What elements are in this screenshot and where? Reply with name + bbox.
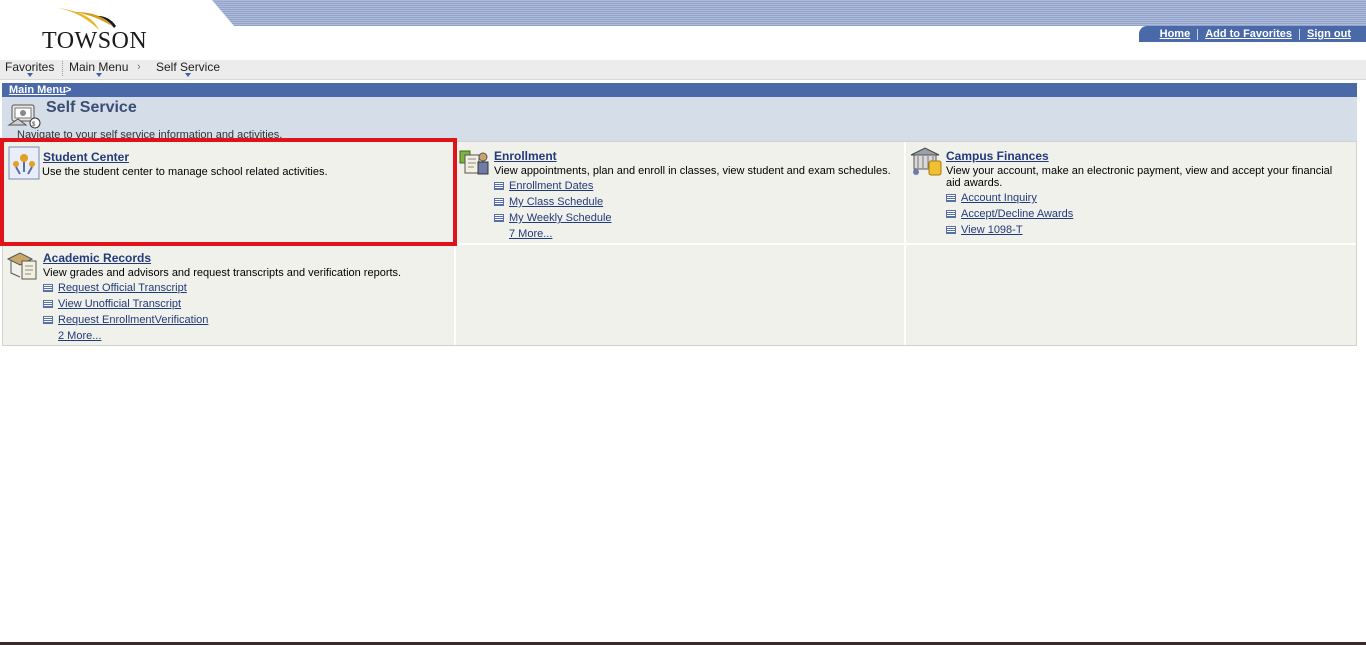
view-1098t-link[interactable]: View 1098-T [946,224,1023,236]
my-class-schedule-label: My Class Schedule [509,196,604,208]
page-heading: $ Self Service Navigate to your self ser… [2,97,1357,141]
academic-records-icon [6,252,37,280]
top-links: Home Add to Favorites Sign out [1138,26,1366,42]
enrollment-more-link[interactable]: 7 More... [509,228,552,240]
list-icon [43,300,53,308]
caret-down-icon [185,73,192,77]
nav-self-service[interactable]: Self Service [156,60,220,79]
account-inquiry-label: Account Inquiry [961,192,1037,204]
towson-logo: TOWSON [42,6,152,54]
add-to-favorites-link[interactable]: Add to Favorites [1198,28,1299,40]
account-inquiry-link[interactable]: Account Inquiry [946,192,1037,204]
list-icon [43,284,53,292]
breadcrumb-separator: > [65,84,72,96]
campus-finances-description: View your account, make an electronic pa… [946,165,1333,189]
list-icon [43,316,53,324]
page-title: Self Service [46,99,137,116]
list-icon [946,226,956,234]
accept-decline-awards-link[interactable]: Accept/Decline Awards [946,208,1073,220]
accept-decline-awards-label: Accept/Decline Awards [961,208,1074,220]
academic-records-more-link[interactable]: 2 More... [58,330,101,342]
request-enrollment-verification-link[interactable]: Request EnrollmentVerification [43,314,208,326]
enrollment-cell: Enrollment View appointments, plan and e… [456,142,904,243]
logo-text: TOWSON [42,28,148,54]
campus-finances-link[interactable]: Campus Finances [946,149,1049,163]
view-unofficial-transcript-link[interactable]: View Unofficial Transcript [43,298,181,310]
home-link[interactable]: Home [1153,28,1198,40]
view-unofficial-transcript-label: View Unofficial Transcript [58,298,182,310]
request-official-transcript-label: Request Official Transcript [58,282,187,294]
view-1098t-label: View 1098-T [961,224,1023,236]
nav-bar: Favorites Main Menu › Self Service [0,60,1366,80]
my-weekly-schedule-label: My Weekly Schedule [509,212,612,224]
academic-records-description: View grades and advisors and request tra… [43,267,402,279]
list-icon [494,214,504,222]
my-weekly-schedule-link[interactable]: My Weekly Schedule [494,212,612,224]
academic-records-cell: Academic Records View grades and advisor… [3,245,454,345]
my-class-schedule-link[interactable]: My Class Schedule [494,196,603,208]
chevron-right-icon: › [137,61,141,73]
caret-down-icon [95,73,102,77]
student-center-highlight [0,138,457,246]
campus-finances-cell: Campus Finances View your account, make … [906,142,1356,243]
enrollment-icon [459,150,489,175]
list-icon [946,194,956,202]
list-icon [494,182,504,190]
nav-favorites[interactable]: Favorites [5,60,54,79]
request-enrollment-verification-label: Request EnrollmentVerification [58,314,209,326]
sign-out-link[interactable]: Sign out [1300,28,1358,40]
nav-divider [62,61,63,76]
enrollment-link[interactable]: Enrollment [494,149,557,163]
enrollment-dates-link[interactable]: Enrollment Dates [494,180,593,192]
empty-cell [906,245,1356,345]
breadcrumb-main-menu-link[interactable]: Main Menu [9,83,66,97]
header-banner [212,0,1366,26]
caret-down-icon [26,73,33,77]
enrollment-description: View appointments, plan and enroll in cl… [494,165,891,177]
self-service-icon: $ [7,104,41,129]
academic-records-link[interactable]: Academic Records [43,251,151,265]
list-icon [946,210,956,218]
empty-cell [456,245,904,345]
list-icon [494,198,504,206]
breadcrumb: Main Menu > [2,83,1357,97]
header: TOWSON Home Add to Favorites Sign out [0,0,1366,60]
campus-finances-icon [910,147,942,176]
request-official-transcript-link[interactable]: Request Official Transcript [43,282,187,294]
enrollment-dates-label: Enrollment Dates [509,180,594,192]
nav-main-menu[interactable]: Main Menu [69,60,128,79]
